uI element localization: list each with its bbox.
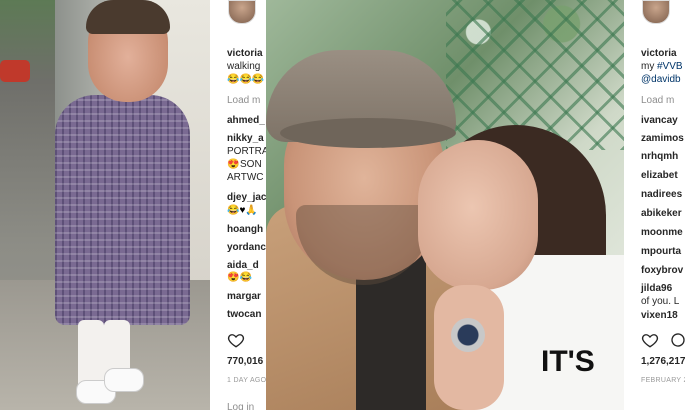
hashtag-link[interactable]: #VVB: [657, 61, 683, 73]
comment-text: PORTRA: [227, 146, 266, 157]
comment-user[interactable]: ivancay: [641, 115, 678, 127]
photo-child-dress: [0, 0, 210, 410]
comment-user[interactable]: hoangh: [227, 224, 263, 236]
load-more-comments[interactable]: Load m: [227, 95, 260, 107]
comment-user[interactable]: vixen18: [641, 310, 678, 322]
parked-car: [0, 60, 30, 82]
instagram-panel-a: victoria walking 😂😂😂 Load m ahmed_ nikky…: [210, 0, 266, 410]
login-link[interactable]: Log in: [227, 402, 254, 410]
school-dress: [55, 95, 190, 325]
comment-emojis: 😂♥🙏: [227, 205, 258, 216]
instagram-panel-b: victoria my #VVB @davidb Load m ivancay …: [624, 0, 685, 410]
like-heart-icon[interactable]: [641, 331, 659, 349]
load-more-comments[interactable]: Load m: [641, 95, 674, 107]
comment-user[interactable]: yordanc: [227, 242, 266, 254]
comment-user[interactable]: ahmed_: [227, 115, 265, 127]
comment-user[interactable]: elizabet: [641, 170, 678, 182]
comment-user[interactable]: nikky_a: [227, 133, 264, 145]
avatar[interactable]: [642, 0, 670, 24]
comment-text: of you. L: [641, 296, 680, 307]
like-count: 770,016: [227, 356, 264, 367]
comment-user[interactable]: abikeker: [641, 208, 682, 220]
comment-user[interactable]: twocan: [227, 309, 261, 321]
post-caption: my: [641, 61, 655, 72]
right-shoe: [104, 368, 144, 392]
avatar[interactable]: [228, 0, 256, 24]
comment-user[interactable]: zamimos: [641, 133, 684, 145]
post-username[interactable]: victoria: [641, 48, 677, 60]
comment-bubble-icon[interactable]: [669, 331, 685, 349]
wristwatch: [451, 318, 485, 352]
woman-face: [418, 140, 538, 290]
comment-user[interactable]: nrhqmh: [641, 151, 678, 163]
post-date: FEBRUARY 2: [641, 377, 685, 384]
comment-user[interactable]: mpourta: [641, 246, 681, 258]
mention-link[interactable]: @davidb: [641, 74, 681, 86]
comment-user[interactable]: djey_jac: [227, 192, 266, 204]
cap-brim: [280, 118, 456, 148]
comment-user[interactable]: nadirees: [641, 189, 682, 201]
like-heart-icon[interactable]: [227, 331, 245, 349]
comment-user[interactable]: jilda96: [641, 283, 672, 295]
comment-user[interactable]: moonme: [641, 227, 683, 239]
post-caption: walking: [227, 61, 261, 72]
comment-text: ARTWC: [227, 172, 264, 183]
comment-user[interactable]: aida_d: [227, 260, 259, 272]
photo-couple-selfie: IT'S: [266, 0, 624, 410]
comment-emojis: 😍😂: [227, 272, 252, 283]
hair: [86, 0, 170, 34]
like-count: 1,276,217: [641, 356, 685, 367]
comment-user[interactable]: foxybrov: [641, 265, 683, 277]
post-username[interactable]: victoria: [227, 48, 263, 60]
comment-user[interactable]: margar: [227, 291, 261, 303]
shirt-text: IT'S: [541, 345, 595, 378]
comment-emoji: 😍: [227, 159, 240, 170]
comment-text: SON: [240, 159, 262, 170]
caption-emojis: 😂😂😂: [227, 74, 265, 85]
post-date: 1 DAY AGO: [227, 377, 266, 384]
